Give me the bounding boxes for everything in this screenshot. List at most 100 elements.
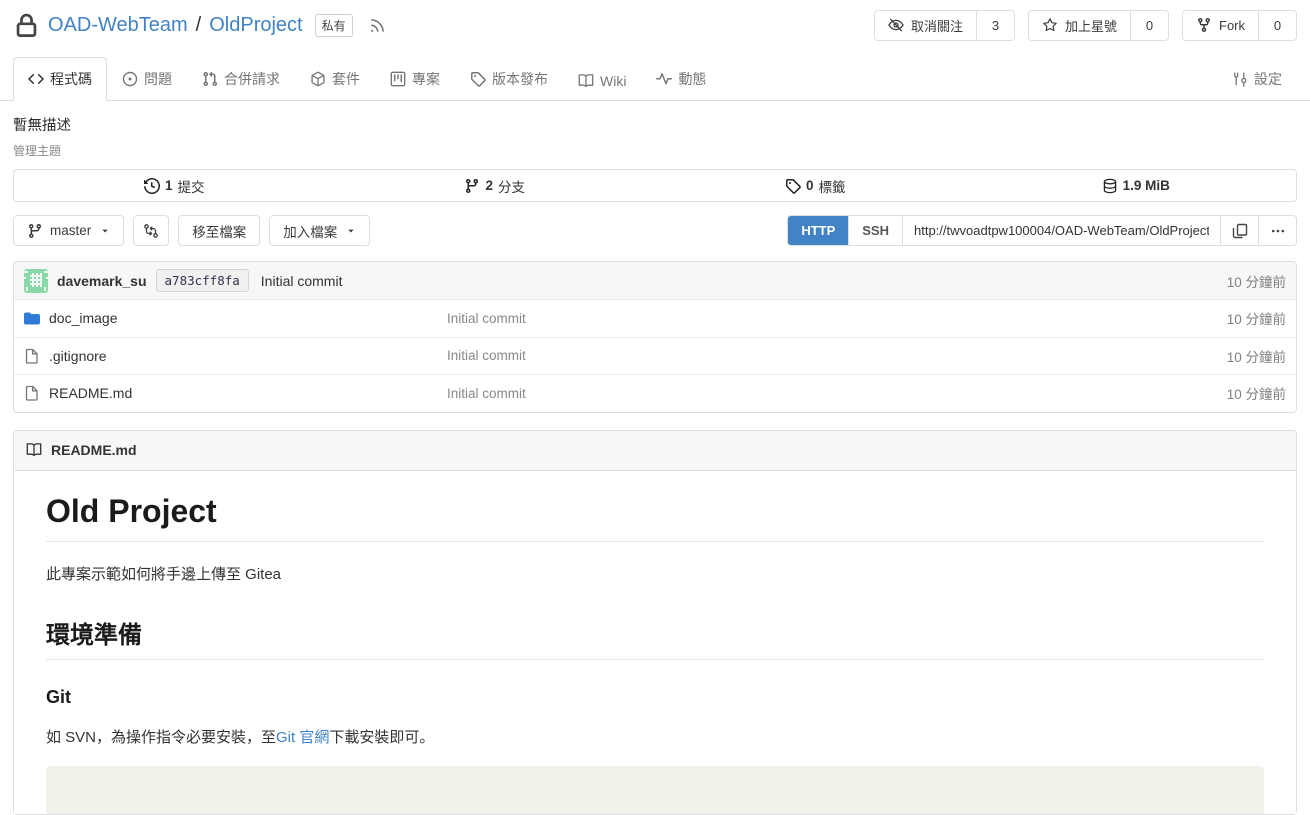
branch-icon [464,178,480,194]
repo-header: OAD-WebTeam / OldProject 私有 取消關注 3 加上星號 … [0,9,1310,41]
issue-icon [122,71,138,87]
fork-button[interactable]: Fork 0 [1182,10,1297,41]
fork-label: Fork [1219,18,1245,33]
readme-body: Old Project 此專案示範如何將手邊上傳至 Gitea 環境準備 Git… [14,471,1296,814]
git-website-link[interactable]: Git 官網 [276,729,329,746]
file-link[interactable]: .gitignore [49,348,107,364]
tab-code-label: 程式碼 [50,69,92,89]
fork-label-seg[interactable]: Fork [1183,11,1258,40]
unwatch-label: 取消關注 [911,16,963,35]
copy-icon [1232,223,1248,239]
unwatch-label-seg[interactable]: 取消關注 [875,11,976,40]
chevron-down-icon [100,226,110,236]
rss-icon[interactable] [369,17,386,34]
http-toggle[interactable]: HTTP [788,216,848,245]
repo-name-link[interactable]: OldProject [209,14,302,37]
readme-section-heading: 環境準備 [46,615,1264,660]
repo-title: OAD-WebTeam / OldProject 私有 [13,12,386,39]
unwatch-button[interactable]: 取消關注 3 [874,10,1015,41]
branches-count: 2 [485,178,493,193]
tab-wiki-label: Wiki [600,73,626,89]
tab-issues[interactable]: 問題 [107,57,187,101]
repo-tabs: 程式碼 問題 合併請求 套件 專案 版本發布 Wiki 動態 設定 [0,57,1310,101]
goto-file-button[interactable]: 移至檔案 [178,215,260,246]
commit-time: 10 分鐘前 [1227,271,1286,291]
star-button[interactable]: 加上星號 0 [1028,10,1169,41]
commits-label: 提交 [178,176,205,196]
watchers-count[interactable]: 3 [976,11,1014,40]
commit-message[interactable]: Initial commit [261,273,343,289]
table-row: doc_image Initial commit 10 分鐘前 [14,299,1296,337]
fork-icon [1196,17,1212,33]
book-icon [26,442,42,458]
stat-branches[interactable]: 2 分支 [335,170,656,201]
readme-git-paragraph: 如 SVN，為操作指令必要安裝，至Git 官網下載安裝即可。 [46,726,1264,747]
file-commit-message[interactable]: Initial commit [447,348,1227,363]
project-icon [390,71,406,87]
tags-count: 0 [806,178,814,193]
clone-panel: HTTP SSH [787,215,1297,246]
tab-activity-label: 動態 [678,69,706,89]
repo-size-value: 1.9 MiB [1123,178,1170,193]
code-icon [28,71,44,87]
tab-activity[interactable]: 動態 [641,57,721,101]
history-icon [144,178,160,194]
latest-commit-row: davemark_su a783cff8fa Initial commit 10… [14,262,1296,299]
database-icon [1102,178,1118,194]
avatar[interactable] [24,269,48,293]
lock-icon [13,12,40,39]
stat-tags[interactable]: 0 標籤 [655,170,976,201]
repo-stats-bar: 1 提交 2 分支 0 標籤 1.9 MiB [13,169,1297,202]
code-block [46,766,1264,814]
title-separator: / [196,14,202,37]
readme-header: README.md [14,431,1296,471]
tab-pull-requests-label: 合併請求 [224,69,280,89]
book-icon [578,73,594,89]
tags-label: 標籤 [819,176,846,196]
readme-filename: README.md [51,442,137,458]
file-icon [24,348,40,364]
tab-projects[interactable]: 專案 [375,57,455,101]
stars-count[interactable]: 0 [1130,11,1168,40]
tab-releases[interactable]: 版本發布 [455,57,563,101]
ssh-toggle[interactable]: SSH [848,216,902,245]
file-commit-time: 10 分鐘前 [1227,308,1286,328]
file-list-box: davemark_su a783cff8fa Initial commit 10… [13,261,1297,413]
forks-count[interactable]: 0 [1258,11,1296,40]
tab-releases-label: 版本發布 [492,69,548,89]
star-icon [1042,17,1058,33]
branch-selector[interactable]: master [13,215,124,246]
clone-url-input[interactable] [902,216,1220,245]
tab-wiki[interactable]: Wiki [563,61,641,101]
compare-button[interactable] [133,215,169,246]
file-commit-time: 10 分鐘前 [1227,383,1286,403]
pull-request-icon [202,71,218,87]
file-link[interactable]: doc_image [49,310,118,326]
tab-packages-label: 套件 [332,69,360,89]
copy-url-button[interactable] [1220,216,1258,245]
git-text-after: 下載安裝即可。 [329,729,434,746]
manage-topics-link[interactable]: 管理主題 [13,142,61,159]
file-link[interactable]: README.md [49,385,132,401]
tab-pull-requests[interactable]: 合併請求 [187,57,295,101]
repo-owner-link[interactable]: OAD-WebTeam [48,14,188,37]
file-commit-message[interactable]: Initial commit [447,386,1227,401]
file-commit-message[interactable]: Initial commit [447,311,1227,326]
eye-slash-icon [888,17,904,33]
tab-settings-label: 設定 [1254,69,1282,89]
tab-packages[interactable]: 套件 [295,57,375,101]
stat-commits[interactable]: 1 提交 [14,170,335,201]
tab-settings[interactable]: 設定 [1217,57,1297,101]
commit-sha-badge[interactable]: a783cff8fa [156,269,249,292]
description-text: 暫無描述 [13,114,1297,135]
star-label-seg[interactable]: 加上星號 [1029,11,1130,40]
table-row: README.md Initial commit 10 分鐘前 [14,374,1296,412]
commit-author[interactable]: davemark_su [57,273,147,289]
tools-icon [1232,71,1248,87]
tab-code[interactable]: 程式碼 [13,57,107,101]
add-file-button[interactable]: 加入檔案 [269,215,370,246]
folder-icon [24,310,40,326]
chevron-down-icon [346,226,356,236]
more-options-button[interactable] [1258,216,1296,245]
pulse-icon [656,71,672,87]
